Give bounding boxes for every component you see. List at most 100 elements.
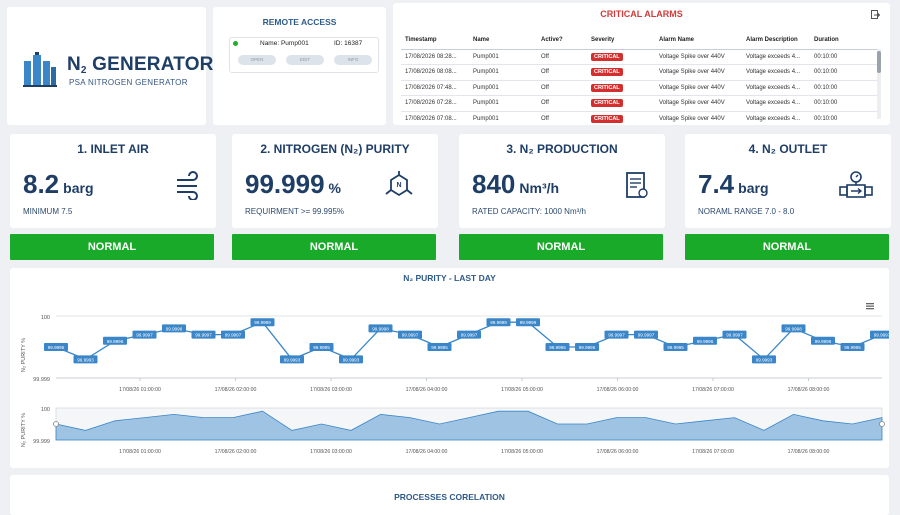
cell-alarm-description: Voltage exceeds 4... [742,95,810,112]
device-edit-button[interactable]: EDIT [286,55,324,65]
col-header-duration[interactable]: Duration [810,31,877,50]
col-header-name[interactable]: Name [469,31,537,50]
remote-access-title: REMOTE ACCESS [262,17,337,27]
kpi-card-inlet-air: 1. INLET AIR 8.2 barg MINIMUM 7.5 [10,134,216,228]
data-label: 99.9997 [461,333,478,338]
device-entry[interactable]: Name: Pump001 ID: 16387 OPEN EDIT INFO [229,37,379,73]
kpi-title: 4. N₂ OUTLET [748,142,828,156]
alarms-header-row: Timestamp Name Active? Severity Alarm Na… [401,31,877,50]
col-header-timestamp[interactable]: Timestamp [401,31,469,50]
data-label: 99.9995 [431,345,448,350]
navigator-x-tick-label: 17/08/26 04:00:00 [406,449,448,455]
device-info-button[interactable]: INFO [334,55,372,65]
export-icon[interactable] [871,10,880,20]
kpi-subtext: NORAML RANGE 7.0 - 8.0 [698,207,795,216]
kpi-subtext: RATED CAPACITY: 1000 Nm³/h [472,207,586,216]
cell-duration: 00:10:00 [810,49,877,65]
severity-badge: CRITICAL [591,99,623,108]
cell-name: Pump001 [469,49,537,65]
cell-severity: CRITICAL [587,95,655,112]
cell-alarm-name: Voltage Spike over 440V [655,64,742,81]
cell-timestamp: 17/08/2026 08:08... [401,64,469,81]
data-label: 99.9997 [402,333,419,338]
data-label: 99.9999 [520,320,537,325]
flow-meter-icon [839,171,873,198]
alarms-title: CRITICAL ALARMS [600,9,683,19]
cell-severity: CRITICAL [587,80,655,96]
purity-chart-card: N₂ PURITY - LAST DAY 100 99.999 N₂ PURITY … [10,268,889,468]
col-header-active[interactable]: Active? [537,31,587,50]
data-label: 99.9995 [313,345,330,350]
chart-menu-icon[interactable] [866,308,874,310]
col-header-alarm-description[interactable]: Alarm Description [742,31,810,50]
kpi-subtext: MINIMUM 7.5 [23,207,73,216]
data-label: 99.9993 [77,357,94,362]
cell-alarm-name: Voltage Spike over 440V [655,95,742,112]
kpi-card-outlet: 4. N₂ OUTLET 7.4 barg NORAML RANGE 7.0 - … [685,134,891,228]
data-label: 99.9995 [549,345,566,350]
cell-active: Off [537,64,587,81]
cell-duration: 00:10:00 [810,80,877,96]
logo-card: N2 GENERATOR PSA NITROGEN GENERATOR [7,7,213,125]
cell-active: Off [537,95,587,112]
alarm-row[interactable]: 17/08/2026 07:08... Pump001 Off CRITICAL Vol… [401,111,877,125]
cell-active: Off [537,111,587,125]
data-label: 99.9996 [815,339,832,344]
data-label: 99.9996 [697,339,714,344]
device-name: Name: Pump001 [260,40,309,47]
chart-menu-icon[interactable] [866,303,874,305]
navigator-x-tick-label: 17/08/26 06:00:00 [597,449,639,455]
col-header-severity[interactable]: Severity [587,31,655,50]
data-label: 99.9998 [785,326,802,331]
col-header-alarm-name[interactable]: Alarm Name [655,31,742,50]
navigator-x-tick-label: 17/08/26 08:00:00 [788,449,830,455]
severity-badge: CRITICAL [591,114,623,123]
purity-chart[interactable]: 100 99.999 N₂ PURITY % 17/08/26 01:00:00 17/… [10,268,889,468]
navigator-x-tick-label: 17/08/26 07:00:00 [692,449,734,455]
chart-menu-icon[interactable] [866,305,874,307]
kpi-value: 99.999% [245,169,341,199]
cell-alarm-description: Voltage exceeds 4... [742,49,810,65]
cell-alarm-description: Voltage exceeds 4... [742,111,810,125]
alarm-row[interactable]: 17/08/2026 07:28... Pump001 Off CRITICAL Vol… [401,95,877,112]
kpi-card-production: 3. N₂ PRODUCTION 840 Nm³/h RATED CAPACITY… [459,134,665,228]
online-status-dot [233,41,238,46]
navigator-handle-right[interactable] [879,421,885,427]
data-label: 99.9998 [166,326,183,331]
alarm-row[interactable]: 17/08/2026 07:48... Pump001 Off CRITICAL Vol… [401,80,877,96]
status-badge-purity: NORMAL [232,234,436,260]
device-open-button[interactable]: OPEN [238,55,276,65]
data-label: 99.9993 [343,357,360,362]
kpi-value: 7.4 barg [698,169,769,199]
data-label: 99.9995 [844,345,861,350]
data-label: 99.9995 [667,345,684,350]
x-tick-label: 17/08/26 01:00:00 [119,387,161,393]
cell-active: Off [537,80,587,96]
data-label: 99.9997 [874,333,889,338]
status-badge-inlet-air: NORMAL [10,234,214,260]
molecule-icon: N [385,171,413,197]
y-tick-label: 99.999 [33,377,50,383]
cell-duration: 00:10:00 [810,64,877,81]
cell-timestamp: 17/08/2026 08:28... [401,49,469,65]
navigator-handle-left[interactable] [53,421,59,427]
cell-name: Pump001 [469,111,537,125]
kpi-title: 3. N₂ PRODUCTION [506,142,618,156]
navigator-x-tick-label: 17/08/26 03:00:00 [310,449,352,455]
remote-access-card: REMOTE ACCESS Name: Pump001 ID: 16387 OP… [213,7,386,125]
navigator-y-tick-label: 100 [41,407,50,413]
cell-severity: CRITICAL [587,49,655,65]
navigator-y-axis-label: N₂ PURITY % [21,413,27,447]
x-tick-label: 17/08/26 03:00:00 [310,387,352,393]
cell-name: Pump001 [469,95,537,112]
x-tick-label: 17/08/26 02:00:00 [215,387,257,393]
kpi-card-purity: 2. NITROGEN (N₂) PURITY 99.999% REQUIRME… [232,134,438,228]
alarm-row[interactable]: 17/08/2026 08:28... Pump001 Off CRITICAL Vol… [401,49,877,65]
alarm-row[interactable]: 17/08/2026 08:08... Pump001 Off CRITICAL Vol… [401,64,877,81]
document-icon [626,172,648,198]
severity-badge: CRITICAL [591,52,623,61]
cell-timestamp: 17/08/2026 07:48... [401,80,469,96]
alarms-scrollbar-thumb[interactable] [877,51,881,73]
kpi-subtext: REQUIRMENT >= 99.995% [245,207,345,216]
cell-severity: CRITICAL [587,64,655,81]
